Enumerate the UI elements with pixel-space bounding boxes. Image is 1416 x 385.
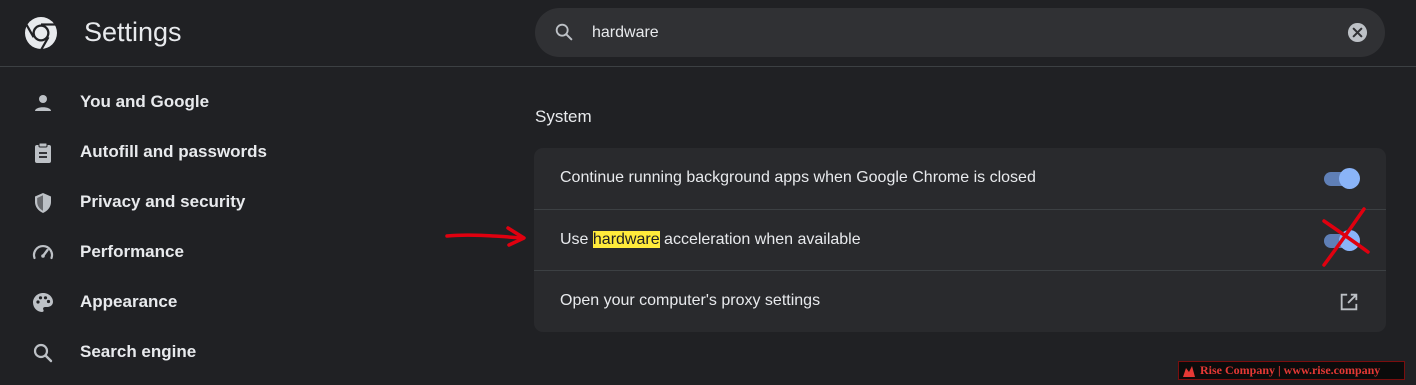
toggle-knob <box>1339 230 1360 251</box>
label-suffix: acceleration when available <box>659 231 861 248</box>
red-arrow-icon <box>445 226 526 247</box>
section-title-system: System <box>535 107 592 126</box>
rise-logo-icon <box>1183 366 1195 377</box>
search-input[interactable] <box>592 20 1292 45</box>
sidebar-item-label: You and Google <box>80 92 210 111</box>
setting-row-proxy[interactable]: Open your computer's proxy settings <box>534 270 1386 331</box>
setting-label: Continue running background apps when Go… <box>560 169 1036 186</box>
toggle-knob <box>1339 168 1360 189</box>
page-title: Settings <box>84 17 182 47</box>
sidebar-item-privacy[interactable]: Privacy and security <box>0 178 440 228</box>
hardware-acceleration-toggle[interactable] <box>1322 230 1360 251</box>
sidebar-item-label: Privacy and security <box>80 192 246 211</box>
clipboard-icon <box>35 142 51 163</box>
chrome-logo-icon <box>25 17 57 50</box>
sidebar-item-search-engine[interactable]: Search engine <box>0 328 440 378</box>
top-bar: Settings <box>0 0 1416 67</box>
sidebar-item-label: Appearance <box>80 292 178 311</box>
sidebar-item-label: Search engine <box>80 342 197 361</box>
label-prefix: Use <box>560 231 593 248</box>
palette-icon <box>33 293 53 312</box>
person-icon <box>35 95 51 111</box>
search-icon <box>555 23 573 41</box>
setting-label: Open your computer's proxy settings <box>560 292 821 309</box>
setting-label: Use hardware acceleration when available <box>560 231 861 249</box>
shield-icon <box>35 193 51 213</box>
watermark-text: Rise Company | www.rise.company <box>1200 363 1381 377</box>
sidebar-item-label: Performance <box>80 242 184 261</box>
setting-row-hardware-acceleration: Use hardware acceleration when available <box>534 209 1386 270</box>
watermark: Rise Company | www.rise.company <box>1178 361 1405 380</box>
sidebar-item-label: Autofill and passwords <box>80 142 268 161</box>
search-highlight: hardware <box>592 231 660 248</box>
clear-icon[interactable] <box>1347 22 1368 43</box>
background-apps-toggle[interactable] <box>1322 168 1360 189</box>
speedometer-icon <box>32 244 54 260</box>
system-settings-card: Continue running background apps when Go… <box>534 148 1386 332</box>
open-in-new-icon[interactable] <box>1338 291 1360 313</box>
sidebar-item-you-and-google[interactable]: You and Google <box>0 78 440 128</box>
search-box[interactable] <box>535 8 1385 57</box>
sidebar-item-autofill[interactable]: Autofill and passwords <box>0 128 440 178</box>
setting-row-background-apps: Continue running background apps when Go… <box>534 148 1386 209</box>
sidebar-item-performance[interactable]: Performance <box>0 228 440 278</box>
search-icon <box>33 343 53 363</box>
sidebar-item-appearance[interactable]: Appearance <box>0 278 440 328</box>
